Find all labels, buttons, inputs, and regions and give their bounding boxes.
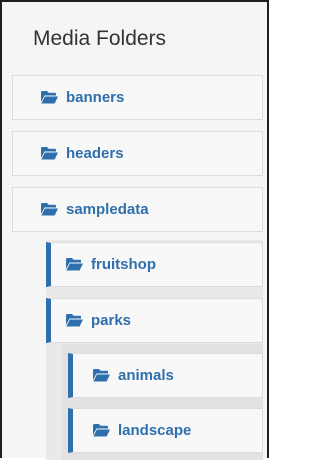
folder-label: headers [66,145,124,162]
folder-label: fruitshop [91,256,156,273]
panel-title: Media Folders [33,27,167,50]
folder-item-banners[interactable]: banners [12,75,263,120]
folder-item-headers[interactable]: headers [12,131,263,176]
folder-label: landscape [118,422,192,439]
folder-label: banners [66,89,125,106]
folder-item-fruitshop[interactable]: fruitshop [46,242,263,287]
folder-open-icon [66,258,83,271]
folder-open-icon [93,369,110,382]
folder-item-animals[interactable]: animals [68,353,263,398]
folder-item-sampledata[interactable]: sampledata [12,187,263,232]
media-folders-panel: Media Folders banners headers sampledata… [0,0,269,460]
folder-label: parks [91,312,132,329]
folder-open-icon [41,91,58,104]
folder-open-icon [41,147,58,160]
folder-open-icon [66,314,83,327]
folder-label: sampledata [66,201,149,218]
folder-open-icon [41,203,58,216]
folder-item-parks[interactable]: parks [46,298,263,343]
folder-label: animals [118,367,174,384]
folder-item-landscape[interactable]: landscape [68,408,263,453]
folder-open-icon [93,424,110,437]
